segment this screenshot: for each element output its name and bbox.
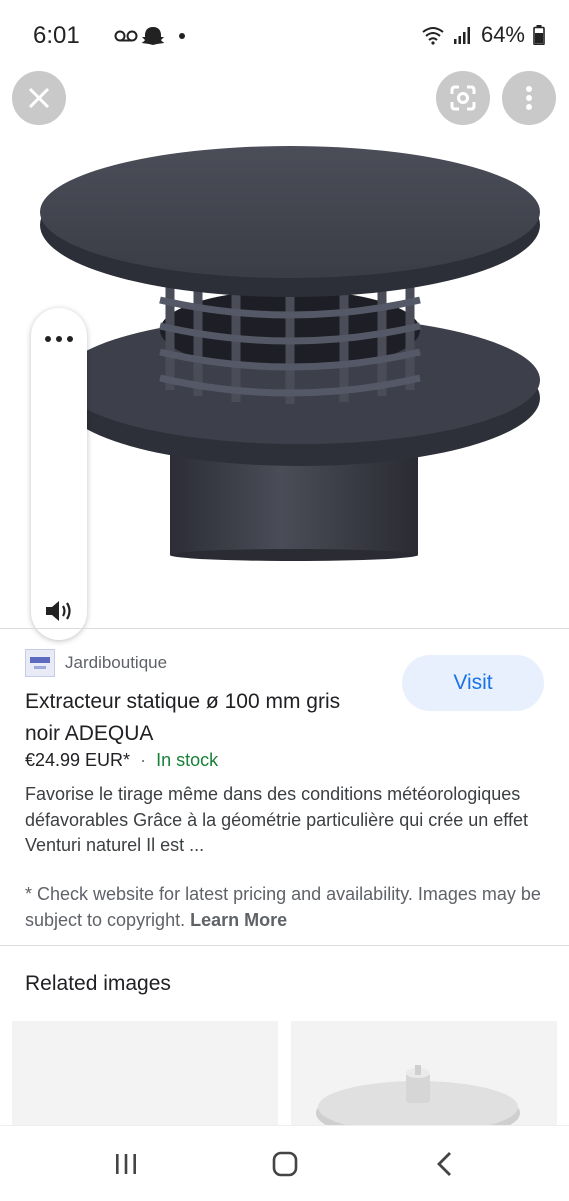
source-row[interactable]: Jardiboutique bbox=[25, 649, 167, 677]
google-lens-icon bbox=[450, 85, 476, 111]
more-options-button[interactable] bbox=[502, 71, 556, 125]
side-panel-handle[interactable] bbox=[31, 308, 87, 640]
close-icon bbox=[28, 87, 50, 109]
price-row: €24.99 EUR* · In stock bbox=[25, 750, 218, 771]
more-vert-icon bbox=[526, 86, 532, 110]
divider bbox=[0, 628, 569, 629]
recents-icon bbox=[116, 1154, 136, 1174]
related-images-title: Related images bbox=[25, 972, 171, 995]
back-icon bbox=[437, 1152, 451, 1176]
product-title[interactable]: Extracteur statique ø 100 mm gris noir A… bbox=[25, 686, 365, 750]
source-logo-icon bbox=[25, 649, 55, 677]
google-lens-button[interactable] bbox=[436, 71, 490, 125]
source-name: Jardiboutique bbox=[65, 653, 168, 672]
notification-icons bbox=[114, 24, 204, 51]
battery-percent: 64% bbox=[480, 22, 525, 47]
availability: In stock bbox=[156, 750, 219, 770]
wifi-icon bbox=[422, 27, 444, 45]
close-button[interactable] bbox=[12, 71, 66, 125]
visit-button[interactable]: Visit bbox=[402, 655, 544, 711]
product-description: Favorise le tirage même dans des conditi… bbox=[25, 784, 528, 855]
price-separator: · bbox=[140, 750, 147, 770]
status-right: 64% bbox=[421, 22, 545, 48]
learn-more-link[interactable]: Learn More bbox=[190, 910, 287, 930]
more-horiz-icon[interactable] bbox=[31, 324, 87, 344]
voicemail-icon bbox=[114, 30, 138, 42]
related-image-thumbnail[interactable] bbox=[291, 1021, 557, 1131]
dot-icon bbox=[179, 33, 185, 39]
volume-icon[interactable] bbox=[44, 598, 74, 629]
system-nav-bar bbox=[0, 1125, 569, 1201]
related-image-thumbnail[interactable] bbox=[12, 1021, 278, 1131]
recents-button[interactable] bbox=[96, 1146, 156, 1182]
disclaimer: * Check website for latest pricing and a… bbox=[25, 882, 545, 933]
status-time: 6:01 bbox=[33, 22, 80, 49]
snapchat-icon bbox=[142, 27, 164, 45]
price: €24.99 EUR* bbox=[25, 750, 131, 770]
home-icon bbox=[272, 1151, 298, 1177]
battery-icon bbox=[533, 25, 545, 45]
signal-icon bbox=[453, 27, 470, 44]
home-button[interactable] bbox=[255, 1146, 315, 1182]
back-button[interactable] bbox=[415, 1146, 475, 1182]
divider bbox=[0, 945, 569, 946]
